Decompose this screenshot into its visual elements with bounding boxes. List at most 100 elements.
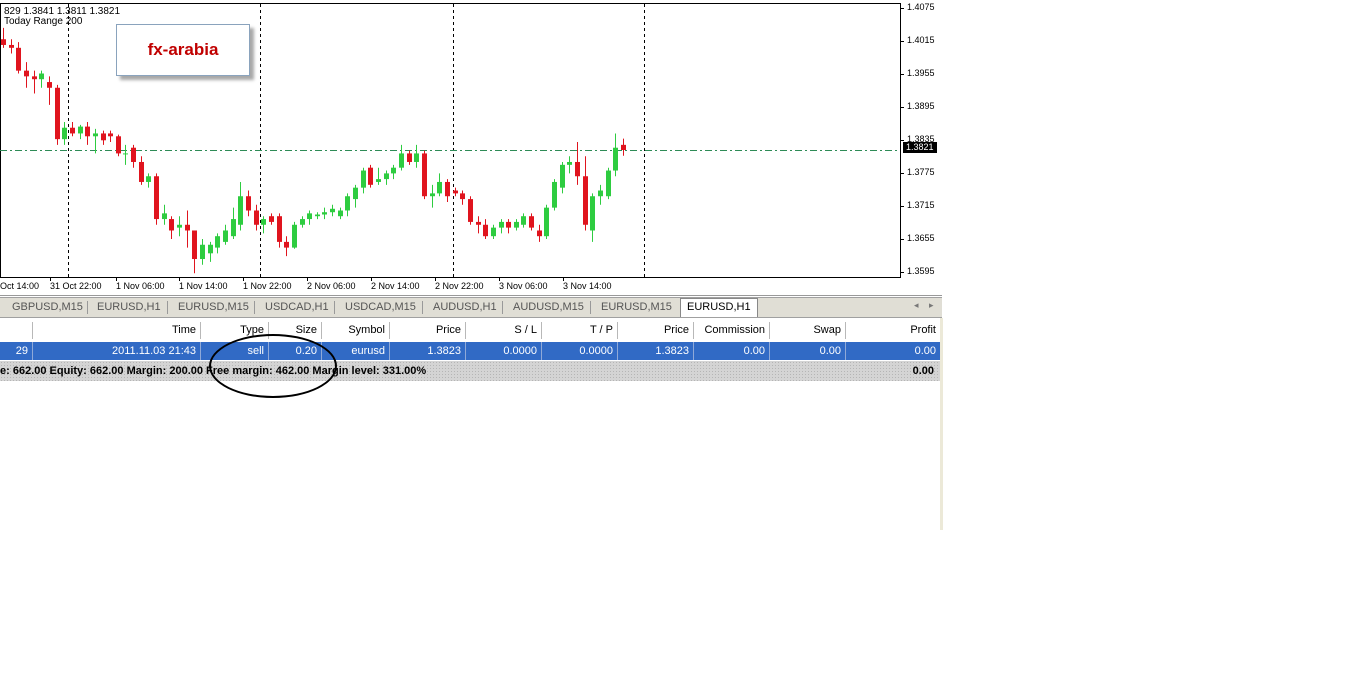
tab-scroll-left-icon[interactable]: ◂ [914, 300, 919, 311]
time-label: 1 Nov 14:00 [179, 281, 228, 291]
time-label: 3 Nov 06:00 [499, 281, 548, 291]
bull-candle-body [330, 208, 335, 213]
bear-candle-body [101, 133, 106, 141]
bear-candle-body [453, 190, 458, 194]
bull-candle-body [544, 207, 549, 237]
today-range-label: Today Range 200 [4, 16, 83, 27]
bull-candle-body [521, 216, 526, 225]
tab-usdcad-m15[interactable]: USDCAD,M15 [339, 299, 422, 316]
bear-candle-body [506, 221, 511, 228]
tab-eurusd-h1-active[interactable]: EURUSD,H1 [680, 298, 758, 317]
col-current-price[interactable]: Price [618, 322, 694, 339]
brand-box: fx-arabia [116, 24, 250, 76]
col-price[interactable]: Price [390, 322, 466, 339]
bull-candle-body [361, 170, 366, 188]
bull-candle-body [552, 181, 557, 208]
bear-candle-body [529, 216, 534, 228]
bull-candle-body [491, 227, 496, 237]
bear-candle-body [47, 82, 52, 88]
bull-candle-body [223, 230, 228, 242]
bull-candle-body [292, 224, 297, 248]
balance-summary-row: e: 662.00 Equity: 662.00 Margin: 200.00 … [0, 361, 940, 381]
terminal-panel: Time Type Size Symbol Price S / L T / P … [0, 318, 943, 530]
order-cell: 29 [0, 342, 33, 360]
tab-separator [334, 301, 335, 314]
time-label: 1 Nov 06:00 [116, 281, 165, 291]
bull-candle-body [391, 167, 396, 174]
bull-candle-body [146, 176, 151, 182]
bull-candle-body [215, 236, 220, 248]
col-tp[interactable]: T / P [542, 322, 618, 339]
commission-cell: 0.00 [694, 342, 770, 360]
bull-candle-body [338, 210, 343, 217]
bear-candle-body [284, 241, 289, 248]
bull-candle-body [590, 196, 595, 231]
bull-candle-body [598, 190, 603, 197]
time-label: 2 Nov 22:00 [435, 281, 484, 291]
bear-candle-body [460, 193, 465, 200]
bull-candle-body [430, 193, 435, 197]
bear-candle-body [9, 44, 14, 48]
bull-candle-body [177, 224, 182, 228]
table-row[interactable]: 29 2011.11.03 21:43 sell 0.20 eurusd 1.3… [0, 342, 940, 360]
bull-candle-body [93, 133, 98, 137]
time-label: 2 Nov 14:00 [371, 281, 420, 291]
balance-profit-total: 0.00 [912, 365, 934, 377]
tab-scroll-right-icon[interactable]: ▸ [929, 300, 934, 311]
price-axis[interactable]: 1.4075 1.4015 1.3955 1.3895 1.3835 1.377… [901, 0, 942, 278]
tab-gbpusd-m15[interactable]: GBPUSD,M15 [6, 299, 89, 316]
bull-candle-body [384, 173, 389, 180]
bull-candle-body [606, 170, 611, 197]
tab-audusd-h1[interactable]: AUDUSD,H1 [427, 299, 503, 316]
bull-candle-body [200, 244, 205, 260]
bear-candle-body [368, 167, 373, 185]
price-label: 1.3655 [907, 233, 935, 243]
col-sl[interactable]: S / L [466, 322, 542, 339]
current-price-marker: 1.3821 [903, 142, 937, 153]
bear-candle-body [185, 224, 190, 231]
terminal-empty-area [0, 381, 940, 530]
price-label: 1.4015 [907, 35, 935, 45]
bear-candle-body [131, 147, 136, 162]
bull-candle-body [499, 221, 504, 228]
bear-candle-body [70, 127, 75, 134]
tab-eurusd-m15[interactable]: EURUSD,M15 [172, 299, 255, 316]
bull-candle-body [376, 179, 381, 182]
col-profit[interactable]: Profit [846, 322, 940, 339]
bull-candle-body [437, 181, 442, 194]
bear-candle-body [537, 230, 542, 237]
col-swap[interactable]: Swap [770, 322, 846, 339]
bear-candle-body [24, 70, 29, 77]
col-time[interactable]: Time [33, 322, 201, 339]
bear-candle-body [575, 161, 580, 177]
bull-candle-body [300, 219, 305, 225]
bear-candle-body [169, 219, 174, 231]
time-label: 2 Nov 06:00 [307, 281, 356, 291]
price-label: 1.3715 [907, 200, 935, 210]
bull-candle-body [238, 196, 243, 225]
brand-logo-text: fx-arabia [147, 40, 219, 59]
price-label: 1.4075 [907, 2, 935, 12]
bear-candle-body [1, 39, 6, 45]
price-label: 1.3895 [907, 101, 935, 111]
bear-candle-body [269, 216, 274, 222]
col-order[interactable] [0, 322, 33, 339]
price-chart[interactable]: 829 1.3841 1.3811 1.3821 Today Range 200… [0, 0, 942, 296]
tab-separator [590, 301, 591, 314]
bull-candle-body [39, 73, 44, 80]
col-symbol[interactable]: Symbol [322, 322, 390, 339]
terminal-scrollbar[interactable] [940, 318, 943, 530]
tab-eurusd-m15-2[interactable]: EURUSD,M15 [595, 299, 678, 316]
bear-candle-body [16, 47, 21, 71]
bear-candle-body [583, 176, 588, 225]
bull-candle-body [231, 219, 236, 237]
tab-eurusd-h1[interactable]: EURUSD,H1 [91, 299, 167, 316]
bull-candle-body [567, 161, 572, 165]
price-label: 1.3595 [907, 266, 935, 276]
time-cell: 2011.11.03 21:43 [33, 342, 201, 360]
bull-candle-body [208, 244, 213, 254]
tab-audusd-m15[interactable]: AUDUSD,M15 [507, 299, 590, 316]
bear-candle-body [154, 176, 159, 220]
col-commission[interactable]: Commission [694, 322, 770, 339]
tab-usdcad-h1[interactable]: USDCAD,H1 [259, 299, 335, 316]
